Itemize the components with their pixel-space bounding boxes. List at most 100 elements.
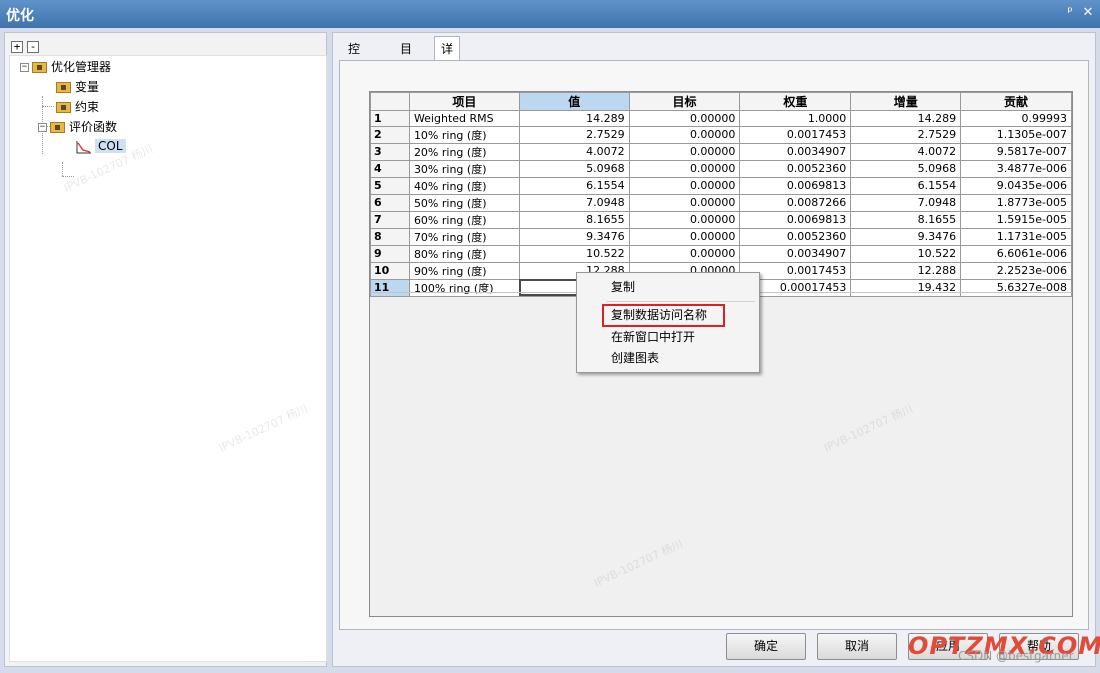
row-number[interactable]: 7	[370, 210, 410, 229]
collapse-all-button[interactable]: -	[27, 41, 39, 53]
column-header-target[interactable]: 目标	[628, 92, 741, 111]
ok-button[interactable]: 确定	[726, 633, 806, 660]
cell-target[interactable]: 0.00000	[628, 159, 741, 178]
column-header-contribution[interactable]: 贡献	[960, 92, 1072, 111]
tab-target[interactable]: 目标	[393, 38, 419, 77]
cell-weight[interactable]: 0.0069813	[739, 176, 852, 195]
cell-delta[interactable]: 7.0948	[850, 193, 962, 212]
cell-delta[interactable]: 5.0968	[850, 159, 962, 178]
tree-node-col[interactable]: COL	[76, 137, 126, 155]
table-row[interactable]: 1 Weighted RMS 14.289 0.00000 1.0000 14.289 0.…	[370, 110, 1072, 127]
cell-contribution[interactable]: 3.4877e-006	[960, 159, 1072, 178]
row-number[interactable]: 1	[370, 110, 410, 127]
cell-item[interactable]: Weighted RMS	[408, 110, 520, 127]
cell-item[interactable]: 30% ring (度)	[408, 159, 520, 178]
collapse-toggle-icon[interactable]: −	[20, 63, 29, 72]
pin-icon[interactable]: ᵖ	[1062, 5, 1078, 21]
row-number[interactable]: 4	[370, 159, 410, 178]
table-row[interactable]: 7 60% ring (度) 8.1655 0.00000 0.0069813 8.165…	[370, 210, 1072, 229]
table-row[interactable]: 6 50% ring (度) 7.0948 0.00000 0.0087266 7.094…	[370, 193, 1072, 212]
table-row[interactable]: 2 10% ring (度) 2.7529 0.00000 0.0017453 2.752…	[370, 125, 1072, 144]
tree-node-constraints[interactable]: 约束	[56, 98, 99, 116]
column-header-item[interactable]: 项目	[408, 92, 520, 111]
cell-delta[interactable]: 8.1655	[850, 210, 962, 229]
tree-node-variables[interactable]: 变量	[56, 78, 99, 96]
row-number[interactable]: 2	[370, 125, 410, 144]
row-number[interactable]: 6	[370, 193, 410, 212]
cell-item[interactable]: 90% ring (度)	[408, 261, 520, 280]
table-row[interactable]: 5 40% ring (度) 6.1554 0.00000 0.0069813 6.155…	[370, 176, 1072, 195]
menu-item-create-chart[interactable]: 创建图表	[579, 348, 757, 369]
cell-item[interactable]: 70% ring (度)	[408, 227, 520, 246]
cell-item[interactable]: 50% ring (度)	[408, 193, 520, 212]
cell-value[interactable]: 4.0072	[518, 142, 630, 161]
cell-weight[interactable]: 0.0034907	[739, 142, 852, 161]
cell-weight[interactable]: 0.0069813	[739, 210, 852, 229]
cell-value[interactable]: 2.7529	[518, 125, 630, 144]
close-icon[interactable]: ✕	[1080, 5, 1096, 21]
tree-node-optimization-manager[interactable]: − 优化管理器	[20, 58, 111, 76]
cell-delta[interactable]: 12.288	[850, 261, 962, 280]
row-number[interactable]: 9	[370, 244, 410, 263]
cell-value[interactable]: 5.0968	[518, 159, 630, 178]
row-number[interactable]: 3	[370, 142, 410, 161]
cell-weight[interactable]: 0.0087266	[739, 193, 852, 212]
cell-weight[interactable]: 0.0034907	[739, 244, 852, 263]
cell-delta[interactable]: 6.1554	[850, 176, 962, 195]
table-row[interactable]: 3 20% ring (度) 4.0072 0.00000 0.0034907 4.007…	[370, 142, 1072, 161]
cell-target[interactable]: 0.00000	[628, 227, 741, 246]
table-row[interactable]: 4 30% ring (度) 5.0968 0.00000 0.0052360 5.096…	[370, 159, 1072, 178]
cell-contribution[interactable]: 2.2523e-006	[960, 261, 1072, 280]
cell-target[interactable]: 0.00000	[628, 176, 741, 195]
cell-target[interactable]: 0.00000	[628, 110, 741, 127]
table-row[interactable]: 8 70% ring (度) 9.3476 0.00000 0.0052360 9.347…	[370, 227, 1072, 246]
cell-delta[interactable]: 4.0072	[850, 142, 962, 161]
cell-contribution[interactable]: 6.6061e-006	[960, 244, 1072, 263]
tab-control[interactable]: 控制	[341, 38, 367, 77]
row-number[interactable]: 8	[370, 227, 410, 246]
cell-delta[interactable]: 9.3476	[850, 227, 962, 246]
cell-value[interactable]: 9.3476	[518, 227, 630, 246]
cell-item[interactable]: 20% ring (度)	[408, 142, 520, 161]
expand-all-button[interactable]: +	[11, 41, 23, 53]
cell-target[interactable]: 0.00000	[628, 210, 741, 229]
table-row[interactable]: 9 80% ring (度) 10.522 0.00000 0.0034907 10.52…	[370, 244, 1072, 263]
cell-weight[interactable]: 0.0052360	[739, 227, 852, 246]
cell-contribution[interactable]: 1.1305e-007	[960, 125, 1072, 144]
menu-item-copy[interactable]: 复制	[579, 277, 757, 298]
column-header-weight[interactable]: 权重	[739, 92, 852, 111]
collapse-toggle-icon[interactable]: −	[38, 123, 47, 132]
cell-value[interactable]: 14.289	[518, 110, 630, 127]
cell-target[interactable]: 0.00000	[628, 193, 741, 212]
cell-weight[interactable]: 0.0052360	[739, 159, 852, 178]
cell-target[interactable]: 0.00000	[628, 244, 741, 263]
cell-target[interactable]: 0.00000	[628, 142, 741, 161]
cell-value[interactable]: 7.0948	[518, 193, 630, 212]
cell-target[interactable]: 0.00000	[628, 125, 741, 144]
tab-details[interactable]: 详细信息	[434, 36, 461, 128]
cell-item[interactable]: 10% ring (度)	[408, 125, 520, 144]
cell-item[interactable]: 60% ring (度)	[408, 210, 520, 229]
cell-contribution[interactable]: 0.99993	[960, 110, 1072, 127]
row-number[interactable]: 5	[370, 176, 410, 195]
cell-item[interactable]: 80% ring (度)	[408, 244, 520, 263]
cell-weight[interactable]: 0.0017453	[739, 125, 852, 144]
cell-weight[interactable]: 1.0000	[739, 110, 852, 127]
cell-value[interactable]: 8.1655	[518, 210, 630, 229]
cell-contribution[interactable]: 9.0435e-006	[960, 176, 1072, 195]
cell-contribution[interactable]: 1.1731e-005	[960, 227, 1072, 246]
column-header-value[interactable]: 值	[518, 92, 630, 111]
cell-item[interactable]: 40% ring (度)	[408, 176, 520, 195]
tree-node-merit-function[interactable]: − 评价函数	[38, 118, 117, 136]
cell-contribution[interactable]: 1.5915e-005	[960, 210, 1072, 229]
cell-delta[interactable]: 10.522	[850, 244, 962, 263]
column-header[interactable]	[370, 92, 410, 111]
cancel-button[interactable]: 取消	[817, 633, 897, 660]
row-number[interactable]: 10	[370, 261, 410, 280]
cell-delta[interactable]: 14.289	[850, 110, 962, 127]
cell-contribution[interactable]: 1.8773e-005	[960, 193, 1072, 212]
cell-value[interactable]: 10.522	[518, 244, 630, 263]
cell-delta[interactable]: 2.7529	[850, 125, 962, 144]
menu-item-open-new-window[interactable]: 在新窗口中打开	[579, 327, 757, 348]
column-header-delta[interactable]: 增量	[850, 92, 962, 111]
